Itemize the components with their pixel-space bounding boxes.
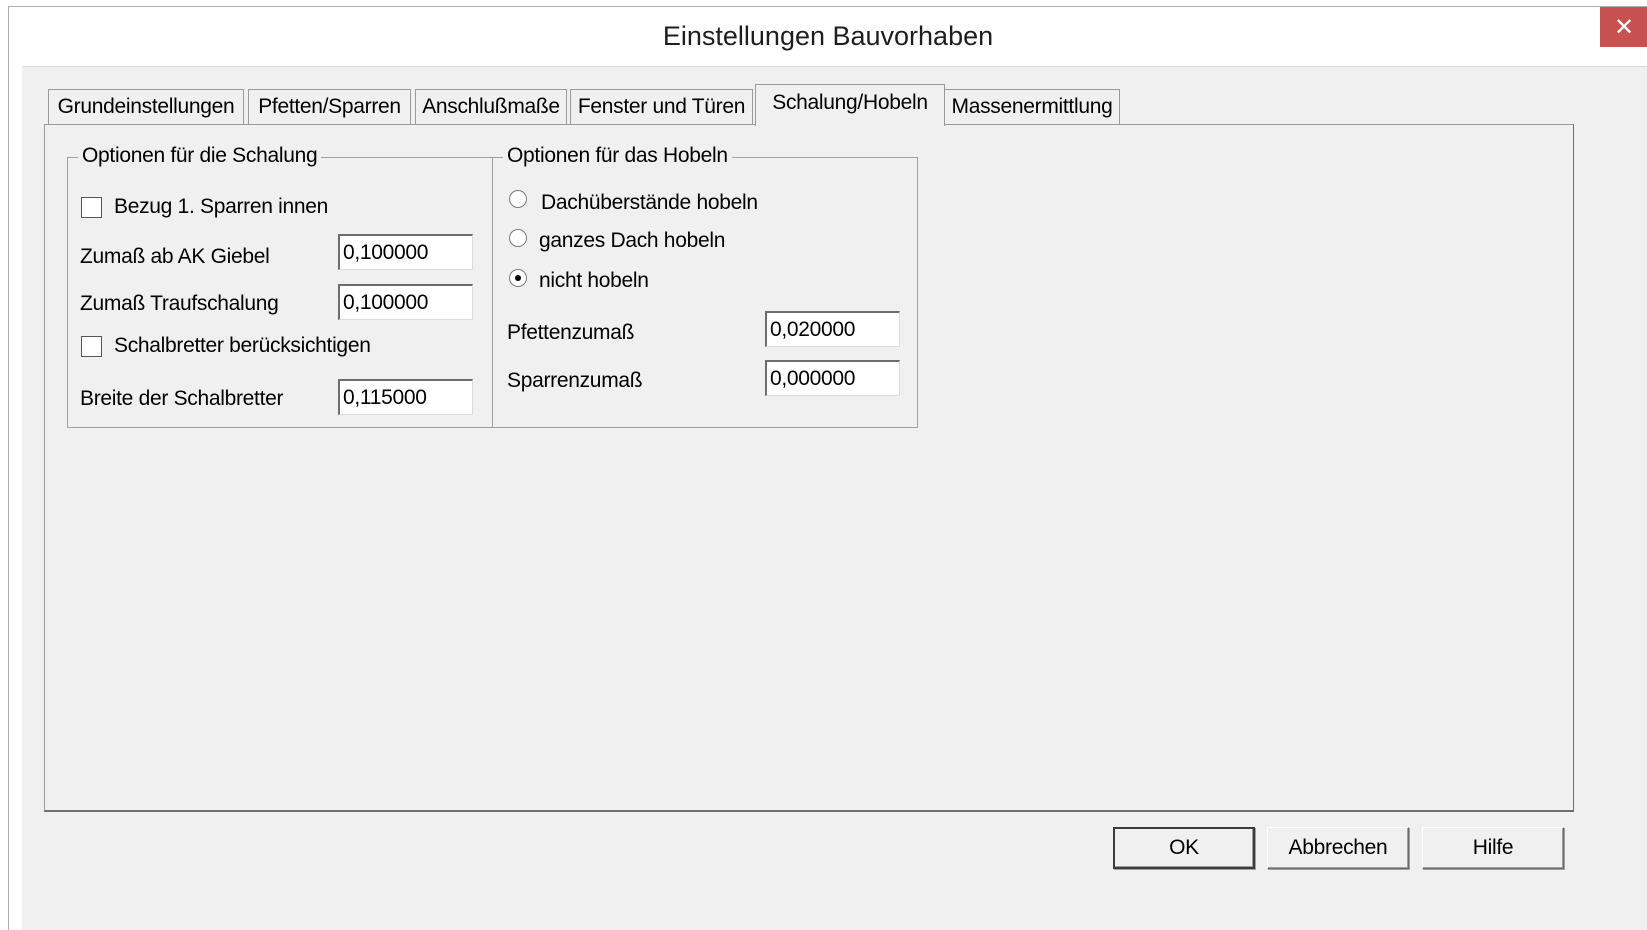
radio-ganzes-dach[interactable]: [509, 229, 527, 247]
radio-selected-dot: [515, 275, 521, 281]
radio-dachueberstaende-label: Dachüberstände hobeln: [541, 191, 758, 214]
breite-field[interactable]: [338, 379, 473, 415]
bezug-label: Bezug 1. Sparren innen: [114, 195, 329, 218]
radio-dachueberstaende[interactable]: [509, 190, 527, 208]
schalbretter-label: Schalbretter berücksichtigen: [114, 334, 371, 357]
ok-button[interactable]: OK: [1113, 827, 1255, 869]
group-schalung-caption: Optionen für die Schalung: [78, 144, 322, 168]
window-title: Einstellungen Bauvorhaben: [662, 21, 994, 51]
schalbretter-checkbox[interactable]: [81, 336, 102, 357]
close-button[interactable]: ✕: [1600, 7, 1647, 47]
close-icon: ✕: [1613, 13, 1635, 41]
cancel-button[interactable]: Abbrechen: [1267, 827, 1409, 869]
radio-ganzes-dach-label: ganzes Dach hobeln: [539, 229, 726, 252]
group-schalung: Optionen für die Schalung Bezug 1. Sparr…: [67, 144, 493, 428]
tab-pfetten-sparren[interactable]: Pfetten/Sparren: [248, 89, 411, 125]
radio-nicht-hobeln[interactable]: [509, 269, 527, 287]
group-hobeln-caption: Optionen für das Hobeln: [503, 144, 732, 168]
zumass-giebel-label: Zumaß ab AK Giebel: [80, 245, 270, 268]
tab-massenermittlung[interactable]: Massenermittlung: [944, 89, 1120, 125]
sparrenzumass-field[interactable]: [765, 360, 900, 396]
tab-schalung-hobeln[interactable]: Schalung/Hobeln: [755, 84, 945, 126]
dialog-window: Einstellungen Bauvorhaben ✕ Grundeinstel…: [8, 6, 1647, 930]
dialog-client-area: Grundeinstellungen Pfetten/Sparren Ansch…: [22, 66, 1647, 930]
radio-nicht-hobeln-label: nicht hobeln: [539, 269, 649, 292]
tab-fenster-und-tueren[interactable]: Fenster und Türen: [570, 89, 753, 125]
help-button[interactable]: Hilfe: [1422, 827, 1564, 869]
zumass-trauf-label: Zumaß Traufschalung: [80, 292, 279, 315]
sparrenzumass-label: Sparrenzumaß: [507, 369, 643, 392]
title-bar: Einstellungen Bauvorhaben ✕: [9, 7, 1647, 67]
breite-label: Breite der Schalbretter: [80, 387, 284, 410]
tab-grundeinstellungen[interactable]: Grundeinstellungen: [48, 89, 244, 125]
group-hobeln: Optionen für das Hobeln Dachüberstände h…: [492, 144, 918, 428]
pfettenzumass-field[interactable]: [765, 311, 900, 347]
bezug-checkbox[interactable]: [81, 197, 102, 218]
tab-anschlussmasse[interactable]: Anschlußmaße: [415, 89, 567, 125]
pfettenzumass-label: Pfettenzumaß: [507, 321, 635, 344]
tab-panel: Optionen für die Schalung Bezug 1. Sparr…: [44, 124, 1574, 812]
zumass-giebel-field[interactable]: [338, 234, 473, 270]
zumass-trauf-field[interactable]: [338, 284, 473, 320]
